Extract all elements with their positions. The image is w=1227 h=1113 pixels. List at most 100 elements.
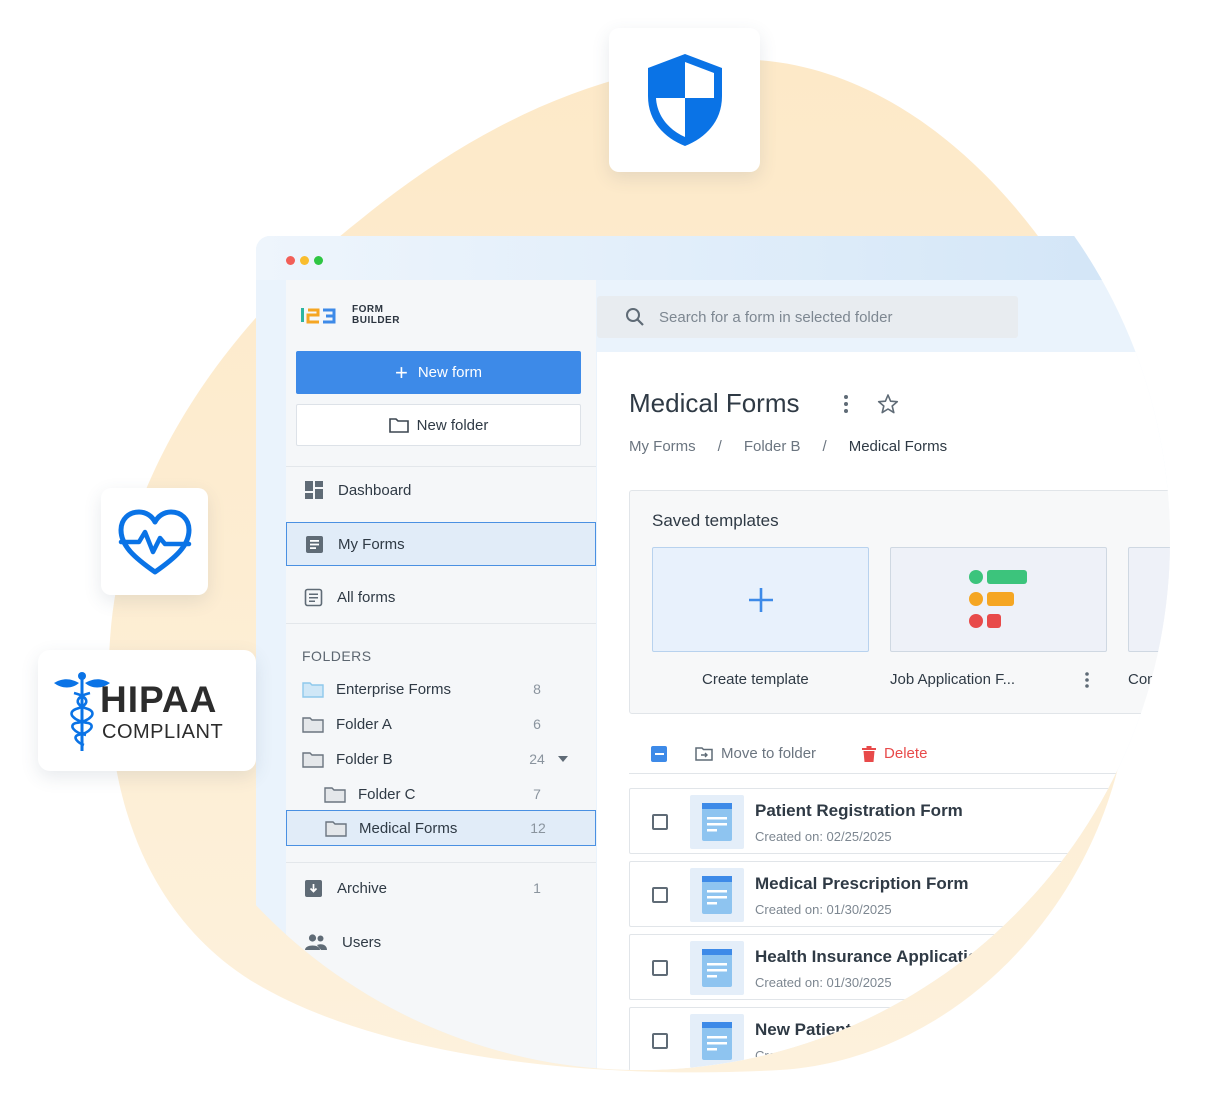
sidebar-item-label: Dashboard xyxy=(338,481,412,499)
folder-count: 24 xyxy=(529,751,545,767)
forms-toolbar: Move to folder Delete xyxy=(629,734,1151,774)
trash-icon xyxy=(862,745,877,762)
form-created-date: Created on: 01/30/2025 xyxy=(755,902,892,917)
template-more-options-icon[interactable] xyxy=(1084,671,1090,689)
logo-text: FORM BUILDER xyxy=(352,304,400,326)
breadcrumb-separator: / xyxy=(822,438,827,455)
folder-count: 8 xyxy=(533,681,541,697)
saved-templates-title: Saved templates xyxy=(652,511,779,530)
form-thumbnail xyxy=(690,941,744,995)
new-form-label: New form xyxy=(417,364,483,381)
form-thumbnail xyxy=(690,795,744,849)
form-created-date: Created on: 02/25/2025 xyxy=(755,829,892,844)
form-document-icon xyxy=(702,949,732,987)
folder-item[interactable]: Enterprise Forms 8 xyxy=(286,672,596,706)
search-bar[interactable]: Search for a form in selected folder xyxy=(597,296,1018,338)
create-template-label: Create template xyxy=(702,671,809,688)
delete-button[interactable]: Delete xyxy=(862,745,927,762)
form-title[interactable]: Patient Registration Form xyxy=(755,801,963,821)
move-to-folder-label: Move to folder xyxy=(721,745,817,762)
folder-count: 7 xyxy=(533,786,541,802)
folder-name: Enterprise Forms xyxy=(336,680,452,698)
folder-item[interactable]: Folder B 24 xyxy=(286,742,596,776)
sidebar-item-label: My Forms xyxy=(338,535,405,553)
archive-count: 1 xyxy=(533,880,541,896)
move-to-folder-button[interactable]: Move to folder xyxy=(695,745,816,762)
folder-icon xyxy=(325,820,347,837)
hipaa-title: HIPAA xyxy=(100,678,218,720)
plus-icon: + xyxy=(394,359,408,385)
logo-line1: FORM xyxy=(352,304,384,315)
document-icon xyxy=(304,588,323,606)
new-folder-button[interactable]: New folder xyxy=(296,404,581,446)
search-input[interactable]: Search for a form in selected folder xyxy=(659,309,892,326)
caret-down-icon[interactable] xyxy=(558,756,568,762)
folder-name: Folder B xyxy=(336,750,393,768)
form-thumbnail xyxy=(690,1014,744,1068)
more-options-icon[interactable] xyxy=(843,394,849,414)
delete-label: Delete xyxy=(884,745,928,762)
folder-count: 6 xyxy=(533,716,541,732)
minimize-window-dot[interactable] xyxy=(300,256,309,265)
form-list-icon xyxy=(306,535,323,553)
sidebar-item-label: Archive xyxy=(337,879,388,897)
app-logo[interactable]: FORM BUILDER xyxy=(300,304,400,326)
folder-icon xyxy=(302,751,324,768)
row-checkbox[interactable] xyxy=(652,814,668,830)
sidebar-item-archive[interactable]: Archive 1 xyxy=(286,866,596,910)
breadcrumb-current: Medical Forms xyxy=(848,438,948,455)
breadcrumb-separator: / xyxy=(717,438,722,455)
form-title[interactable]: Medical Prescription Form xyxy=(755,874,969,894)
form-row[interactable]: Patient Registration Form Created on: 02… xyxy=(629,788,1149,854)
sidebar-item-all-forms[interactable]: All forms xyxy=(286,575,596,619)
row-checkbox[interactable] xyxy=(652,1033,668,1049)
dashboard-icon xyxy=(305,481,323,499)
maximize-window-dot[interactable] xyxy=(314,256,323,265)
plus-icon xyxy=(748,587,773,612)
divider xyxy=(286,466,596,467)
new-folder-label: New folder xyxy=(416,416,489,434)
sidebar-item-dashboard[interactable]: Dashboard xyxy=(286,468,596,512)
row-checkbox[interactable] xyxy=(652,960,668,976)
star-icon[interactable] xyxy=(877,393,899,415)
shield-icon xyxy=(647,54,722,146)
hipaa-subtitle: COMPLIANT xyxy=(102,720,224,743)
job-application-template-label: Job Application F... xyxy=(890,671,1016,688)
form-document-icon xyxy=(702,876,732,914)
create-template-card[interactable] xyxy=(652,547,869,652)
folder-item-active[interactable]: Medical Forms 12 xyxy=(286,810,596,846)
job-application-template-card[interactable] xyxy=(890,547,1107,652)
breadcrumb: My Forms / Folder B / Medical Forms xyxy=(629,438,969,455)
divider xyxy=(286,862,596,863)
sidebar-item-label: All forms xyxy=(337,588,396,606)
folder-item[interactable]: Folder C 7 xyxy=(286,777,596,811)
row-checkbox[interactable] xyxy=(652,887,668,903)
logo-123-icon xyxy=(301,308,336,324)
feedback-template-icon xyxy=(968,569,1027,628)
folder-name: Medical Forms xyxy=(359,819,458,837)
form-thumbnail xyxy=(690,868,744,922)
select-all-checkbox[interactable] xyxy=(651,745,667,762)
breadcrumb-folder-b[interactable]: Folder B xyxy=(744,438,801,455)
search-icon xyxy=(626,308,644,326)
saved-templates-panel: Saved templates Create template Job Appl… xyxy=(629,490,1170,714)
sidebar-item-users[interactable]: Users xyxy=(286,920,596,964)
divider xyxy=(286,623,596,624)
hipaa-badge: HIPAA COMPLIANT xyxy=(38,650,256,771)
folder-name: Folder A xyxy=(336,715,392,733)
breadcrumb-my-forms[interactable]: My Forms xyxy=(629,438,696,455)
move-folder-icon xyxy=(695,746,713,761)
sidebar-item-my-forms[interactable]: My Forms xyxy=(286,522,596,566)
folder-count: 12 xyxy=(530,820,546,836)
form-document-icon xyxy=(702,803,732,841)
folders-heading: FOLDERS xyxy=(302,648,372,664)
sidebar-item-label: Users xyxy=(342,933,382,951)
folder-icon xyxy=(302,716,324,733)
users-icon xyxy=(305,934,327,950)
page-title: Medical Forms xyxy=(629,388,800,418)
new-form-button[interactable]: + New form xyxy=(296,351,581,394)
folder-item[interactable]: Folder A 6 xyxy=(286,707,596,741)
form-created-date: Created on: 01/30/2025 xyxy=(755,975,892,990)
close-window-dot[interactable] xyxy=(286,256,295,265)
form-document-icon xyxy=(702,1022,732,1060)
